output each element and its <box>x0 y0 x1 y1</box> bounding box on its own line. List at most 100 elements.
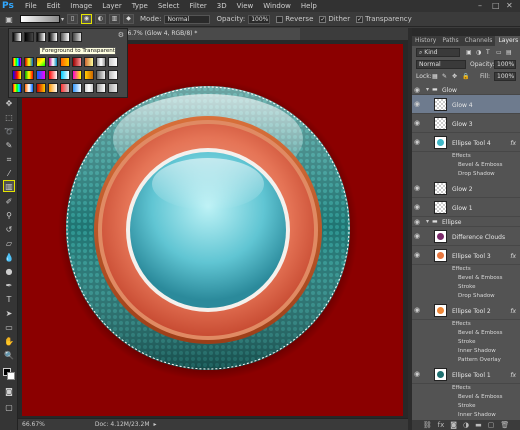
gradient-swatch[interactable] <box>24 70 34 80</box>
kind-filter-select[interactable]: ⌕ Kind <box>416 48 460 57</box>
trash-icon[interactable]: 🗑 <box>500 420 509 430</box>
effects-row[interactable]: Effects <box>412 265 520 274</box>
mask-icon[interactable]: ◙ <box>450 420 457 430</box>
gradient-swatch[interactable] <box>72 83 82 93</box>
document-canvas[interactable] <box>22 44 403 416</box>
eye-icon[interactable]: ◉ <box>414 184 420 192</box>
tab-layers[interactable]: Layers <box>495 36 520 46</box>
layer-opacity-input[interactable]: 100% <box>494 60 516 69</box>
quick-mask-icon[interactable]: ◙ <box>3 386 15 398</box>
new-layer-icon[interactable]: ▢ <box>488 420 495 430</box>
gradient-swatch[interactable] <box>12 32 22 42</box>
blur-tool-icon[interactable]: 💧 <box>3 252 15 264</box>
filter-shape-icon[interactable]: ▭ <box>496 49 502 56</box>
menu-type[interactable]: Type <box>132 2 148 10</box>
gradient-swatch[interactable] <box>24 83 34 93</box>
gradient-swatch[interactable] <box>60 32 70 42</box>
shape-tool-icon[interactable]: ▭ <box>3 322 15 334</box>
eraser-tool-icon[interactable]: ▱ <box>3 238 15 250</box>
eyedropper-tool-icon[interactable]: ⁄ <box>3 168 15 180</box>
opacity-input[interactable]: 100% <box>248 14 271 24</box>
gradient-swatch[interactable] <box>36 70 46 80</box>
pen-tool-icon[interactable]: ✒ <box>3 280 15 292</box>
effects-row[interactable]: Effects <box>412 320 520 329</box>
menu-image[interactable]: Image <box>70 2 92 10</box>
effect-row[interactable]: Bevel & Emboss <box>412 393 520 402</box>
radial-gradient-button[interactable]: ◉ <box>81 14 93 24</box>
linear-gradient-button[interactable]: ▯ <box>67 14 79 24</box>
fill-input[interactable]: 100% <box>494 72 516 81</box>
eye-icon[interactable]: ◉ <box>414 370 420 378</box>
clone-stamp-icon[interactable]: ⚲ <box>3 210 15 222</box>
effects-row[interactable]: Effects <box>412 384 520 393</box>
menu-view[interactable]: View <box>237 2 254 10</box>
effect-row[interactable]: Drop Shadow <box>412 292 520 301</box>
gradient-tool-icon[interactable]: ▣ <box>2 15 16 24</box>
layer-glow-2[interactable]: ◉ Glow 2 <box>412 179 520 198</box>
type-tool-icon[interactable]: T <box>3 294 15 306</box>
gradient-swatch[interactable] <box>24 32 34 42</box>
gradient-swatch[interactable] <box>48 32 58 42</box>
folder-icon[interactable]: ▬ <box>475 420 482 430</box>
effect-row[interactable]: Bevel & Emboss <box>412 274 520 283</box>
filter-pixel-icon[interactable]: ▣ <box>466 49 472 56</box>
gradient-swatch[interactable] <box>12 70 22 80</box>
layer-glow-4[interactable]: ◉ Glow 4 <box>412 95 520 114</box>
layer-group-ellipse[interactable]: ◉ ▾ ▬ Ellipse <box>412 217 520 227</box>
menu-help[interactable]: Help <box>301 2 317 10</box>
filter-smart-icon[interactable]: ▤ <box>506 49 512 56</box>
lasso-tool-icon[interactable]: ➰ <box>3 126 15 138</box>
layer-ellipse-tool-1[interactable]: ◉ Ellipse Tool 1 fx <box>412 365 520 384</box>
gradient-swatch[interactable] <box>108 57 118 67</box>
screen-mode-icon[interactable]: ▢ <box>3 402 15 414</box>
eye-icon[interactable]: ◉ <box>414 203 420 211</box>
effect-row[interactable]: Bevel & Emboss <box>412 329 520 338</box>
history-brush-icon[interactable]: ↺ <box>3 224 15 236</box>
menu-window[interactable]: Window <box>263 2 291 10</box>
gradient-tool-icon[interactable]: ▥ <box>3 180 15 192</box>
gradient-swatch[interactable] <box>72 57 82 67</box>
gradient-swatch[interactable] <box>36 57 46 67</box>
gradient-swatch[interactable] <box>60 70 70 80</box>
chevron-down-icon[interactable]: ▾ <box>426 86 429 93</box>
document-tab[interactable]: d @ 66.7% (Glow 4, RGB/8) * <box>100 28 300 40</box>
marquee-tool-icon[interactable]: ⬚ <box>3 112 15 124</box>
gradient-swatch[interactable] <box>48 57 58 67</box>
gradient-swatch[interactable] <box>48 83 58 93</box>
layer-ellipse-tool-4[interactable]: ◉ Ellipse Tool 4 fx <box>412 133 520 152</box>
eye-icon[interactable]: ◉ <box>414 232 420 240</box>
lock-position-icon[interactable]: ✥ <box>452 73 457 80</box>
dodge-tool-icon[interactable]: ● <box>3 266 15 278</box>
fx-icon[interactable]: fx <box>510 140 516 147</box>
gradient-swatch[interactable] <box>84 57 94 67</box>
gradient-swatch[interactable] <box>84 70 94 80</box>
effect-row[interactable]: Bevel & Emboss <box>412 161 520 170</box>
tab-history[interactable]: History <box>412 36 439 46</box>
fx-icon[interactable]: fx <box>438 420 445 430</box>
gradient-swatch[interactable] <box>60 83 70 93</box>
gradient-swatch[interactable] <box>24 57 34 67</box>
zoom-tool-icon[interactable]: 🔍 <box>3 350 15 362</box>
zoom-level[interactable]: 66.67% <box>22 421 45 428</box>
gradient-swatch[interactable] <box>12 83 22 93</box>
gradient-swatch[interactable] <box>108 70 118 80</box>
fx-icon[interactable]: fx <box>510 372 516 379</box>
eye-icon[interactable]: ◉ <box>414 218 420 226</box>
link-icon[interactable]: ⛓ <box>423 420 432 430</box>
close-icon[interactable]: ✕ <box>506 1 513 10</box>
gradient-swatch[interactable] <box>36 32 46 42</box>
effects-row[interactable]: Effects <box>412 152 520 161</box>
adjustment-icon[interactable]: ◑ <box>463 420 469 430</box>
fx-icon[interactable]: fx <box>510 253 516 260</box>
background-color-swatch[interactable] <box>7 372 15 380</box>
layer-glow-1[interactable]: ◉ Glow 1 <box>412 198 520 217</box>
crop-tool-icon[interactable]: ⌗ <box>3 154 15 166</box>
gradient-swatch[interactable] <box>36 83 46 93</box>
gradient-swatch[interactable] <box>60 57 70 67</box>
path-select-icon[interactable]: ➤ <box>3 308 15 320</box>
gradient-swatch[interactable] <box>96 70 106 80</box>
menu-filter[interactable]: Filter <box>189 2 206 10</box>
effect-row[interactable]: Pattern Overlay <box>412 356 520 365</box>
eye-icon[interactable]: ◉ <box>414 100 420 108</box>
effect-row[interactable]: Stroke <box>412 338 520 347</box>
